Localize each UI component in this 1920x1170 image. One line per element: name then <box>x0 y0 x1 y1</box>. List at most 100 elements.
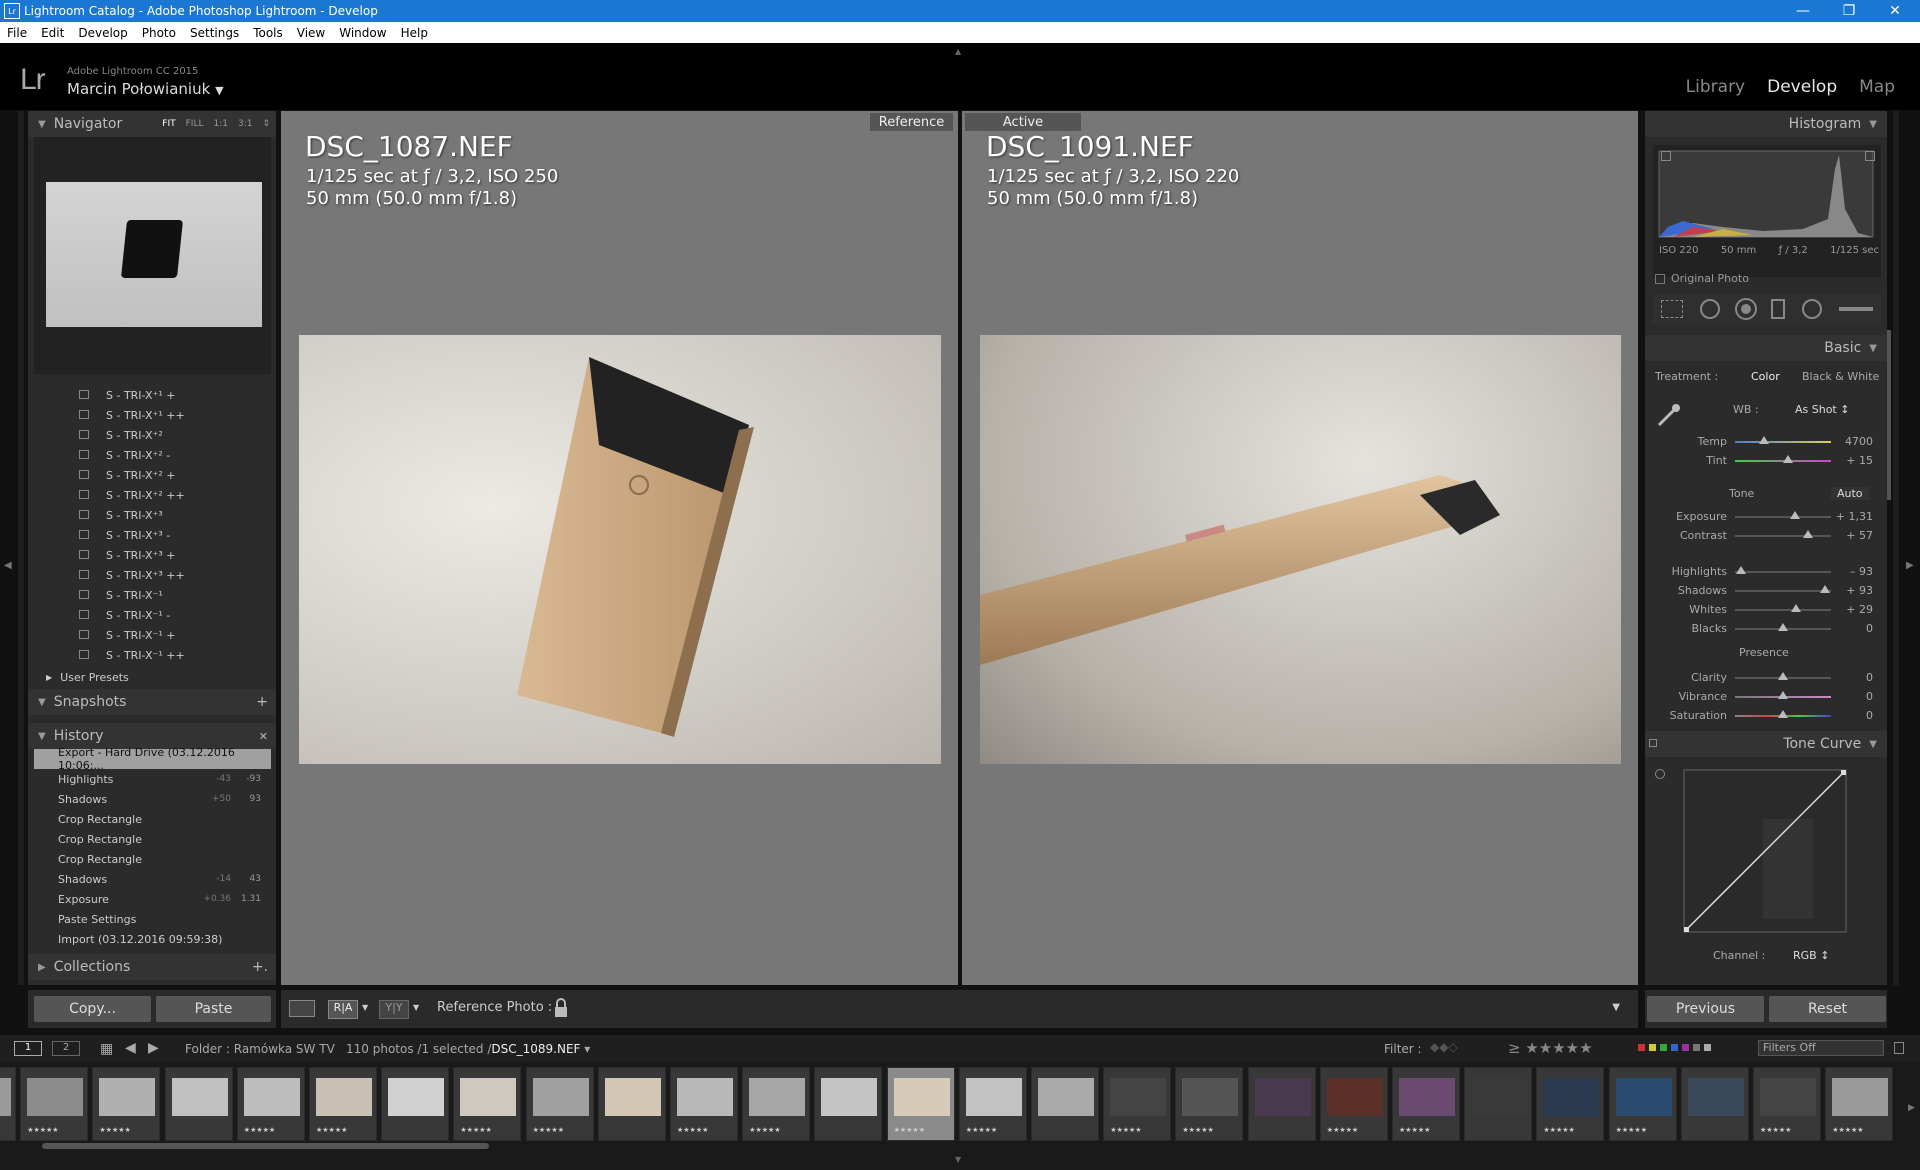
active-photo[interactable] <box>980 335 1621 764</box>
before-after-dropdown-icon[interactable]: ▼ <box>413 1003 419 1012</box>
filmstrip-thumbnail[interactable]: ★★★★★ <box>1753 1067 1821 1141</box>
slider-thumb[interactable] <box>1735 566 1746 574</box>
toolbar-expand-icon[interactable]: ▼ <box>1612 1002 1620 1013</box>
filmstrip-thumbnail[interactable]: ★★★★★ <box>92 1067 161 1141</box>
minimize-button[interactable]: — <box>1780 0 1826 22</box>
filmstrip-thumbnail[interactable]: ★★★★★ <box>1825 1067 1894 1141</box>
slider-highlights[interactable]: Highlights – 93 <box>1645 563 1887 581</box>
wb-select[interactable]: As Shot ↕ <box>1795 403 1849 416</box>
history-item[interactable]: Export - Hard Drive (03.12.2016 10:06:..… <box>34 746 271 772</box>
collections-header[interactable]: ▶ Collections +. <box>28 954 276 980</box>
filter-lock-icon[interactable] <box>1894 1042 1904 1054</box>
left-panel-edge[interactable] <box>18 111 24 985</box>
main-window-button[interactable]: 1 <box>14 1041 42 1056</box>
navigator-preview[interactable] <box>46 182 262 327</box>
targeted-adjust-icon[interactable] <box>1655 769 1665 779</box>
filmstrip-thumbnail[interactable]: ★★★★★ <box>1536 1067 1605 1141</box>
restore-button[interactable]: ❐ <box>1826 0 1872 22</box>
history-item[interactable]: Import (03.12.2016 09:59:38) <box>34 929 271 949</box>
preset-item[interactable]: S - TRI-X⁺³ - <box>34 525 271 545</box>
slider-track[interactable] <box>1735 609 1831 611</box>
preset-item[interactable]: S - TRI-X⁺² - <box>34 445 271 465</box>
preset-item[interactable]: S - TRI-X⁻¹ ++ <box>34 645 271 665</box>
module-map[interactable]: Map <box>1859 77 1895 97</box>
history-item[interactable]: Shadows +50 93 <box>34 789 271 809</box>
slider-blacks[interactable]: Blacks 0 <box>1645 620 1887 638</box>
slider-value[interactable]: 0 <box>1866 622 1873 635</box>
slider-value[interactable]: – 93 <box>1850 565 1873 578</box>
menu-file[interactable]: File <box>0 26 34 40</box>
preset-item[interactable]: S - TRI-X⁺³ ++ <box>34 565 271 585</box>
filmstrip-thumbnail[interactable]: ★★★★★ <box>309 1067 377 1141</box>
tone-curve-graph[interactable] <box>1683 769 1847 933</box>
snapshots-header[interactable]: ▼ Snapshots + <box>28 689 276 715</box>
slider-thumb[interactable] <box>1820 585 1831 593</box>
slider-thumb[interactable] <box>1789 511 1800 519</box>
filmstrip-thumbnail[interactable] <box>814 1067 883 1141</box>
filmstrip-right-icon[interactable]: ▶ <box>1908 1103 1915 1113</box>
preset-item[interactable]: S - TRI-X⁻¹ <box>34 585 271 605</box>
before-after-view-icon[interactable]: Y|Y <box>379 1000 409 1019</box>
loupe-view-icon[interactable] <box>289 1000 315 1017</box>
menu-tools[interactable]: Tools <box>246 26 290 40</box>
crop-tool-icon[interactable] <box>1661 300 1684 318</box>
right-panel-edge[interactable] <box>1893 111 1899 985</box>
color-label-filters[interactable] <box>1638 1044 1711 1051</box>
menu-view[interactable]: View <box>290 26 332 40</box>
view-dropdown-icon[interactable]: ▼ <box>362 1003 368 1012</box>
slider-thumb[interactable] <box>1791 604 1802 612</box>
back-arrow-icon[interactable]: ◀ <box>125 1040 136 1056</box>
module-library[interactable]: Library <box>1686 77 1745 97</box>
preset-item[interactable]: S - TRI-X⁻¹ + <box>34 625 271 645</box>
slider-value[interactable]: + 93 <box>1846 584 1873 597</box>
right-panel-scrollbar[interactable] <box>1887 330 1891 500</box>
history-item[interactable]: Paste Settings <box>34 909 271 929</box>
slider-track[interactable] <box>1735 571 1831 573</box>
zoom-3-1[interactable]: 3:1 <box>238 119 252 129</box>
menu-help[interactable]: Help <box>394 26 435 40</box>
slider-thumb[interactable] <box>1802 530 1813 538</box>
filmstrip-thumbnail[interactable]: ★★★★★ <box>453 1067 522 1141</box>
filmstrip-thumbnail[interactable]: ★★★★★ <box>1175 1067 1244 1141</box>
tone-curve-header[interactable]: Tone Curve ▼ <box>1645 731 1887 757</box>
slider-track[interactable] <box>1735 535 1831 537</box>
radial-filter-icon[interactable] <box>1801 299 1822 319</box>
close-button[interactable]: ✕ <box>1872 0 1918 22</box>
filmstrip-thumbnail[interactable] <box>1247 1067 1316 1141</box>
slider-thumb[interactable] <box>1778 710 1788 718</box>
user-name[interactable]: Marcin Połowianiuk ▼ <box>67 80 224 98</box>
filmstrip-thumbnail[interactable]: ★★★★★ <box>1319 1067 1388 1141</box>
filmstrip-thumbnail[interactable] <box>597 1067 666 1141</box>
wb-eyedropper-icon[interactable] <box>1655 401 1683 429</box>
histogram-header[interactable]: Histogram ▼ <box>1645 111 1887 137</box>
history-item[interactable]: Shadows -14 43 <box>34 869 271 889</box>
clear-history-icon[interactable]: ✕ <box>259 730 268 743</box>
preset-item[interactable]: S - TRI-X⁺³ + <box>34 545 271 565</box>
filmstrip-thumbnail[interactable]: ★★★★★ <box>1392 1067 1460 1141</box>
treatment-color[interactable]: Color <box>1751 370 1780 383</box>
preset-item[interactable]: S - TRI-X⁺² + <box>34 465 271 485</box>
slider-vibrance[interactable]: Vibrance 0 <box>1645 688 1887 706</box>
slider-value[interactable]: 4700 <box>1845 435 1873 448</box>
adjustment-brush-icon[interactable] <box>1838 307 1873 311</box>
rating-filter-stars[interactable]: ≥ ★★★★★ <box>1508 1039 1593 1057</box>
lock-icon[interactable] <box>553 997 569 1019</box>
preset-item[interactable]: S - TRI-X⁺¹ + <box>34 385 271 405</box>
gray-label-icon[interactable] <box>1693 1044 1700 1051</box>
paste-settings-button[interactable]: Paste <box>156 996 271 1022</box>
slider-value[interactable]: + 15 <box>1846 454 1873 467</box>
second-window-button[interactable]: 2 <box>52 1041 80 1056</box>
treatment-bw[interactable]: Black & White <box>1802 370 1879 383</box>
auto-tone-button[interactable]: Auto <box>1831 487 1869 500</box>
spot-removal-icon[interactable] <box>1699 299 1720 319</box>
preset-item[interactable]: S - TRI-X⁺¹ ++ <box>34 405 271 425</box>
tone-curve-toggle-icon[interactable] <box>1649 739 1657 747</box>
slider-contrast[interactable]: Contrast + 57 <box>1645 527 1887 545</box>
filmstrip-thumbnail[interactable]: ★★★★★ <box>958 1067 1027 1141</box>
folder-label[interactable]: Folder : Ramówka SW TV <box>185 1042 335 1056</box>
graduated-filter-icon[interactable] <box>1771 299 1786 319</box>
shadow-clipping-icon[interactable] <box>1661 151 1671 161</box>
slider-value[interactable]: + 1,31 <box>1836 510 1873 523</box>
green-label-icon[interactable] <box>1660 1044 1667 1051</box>
filmstrip-thumbnail[interactable] <box>1464 1067 1533 1141</box>
